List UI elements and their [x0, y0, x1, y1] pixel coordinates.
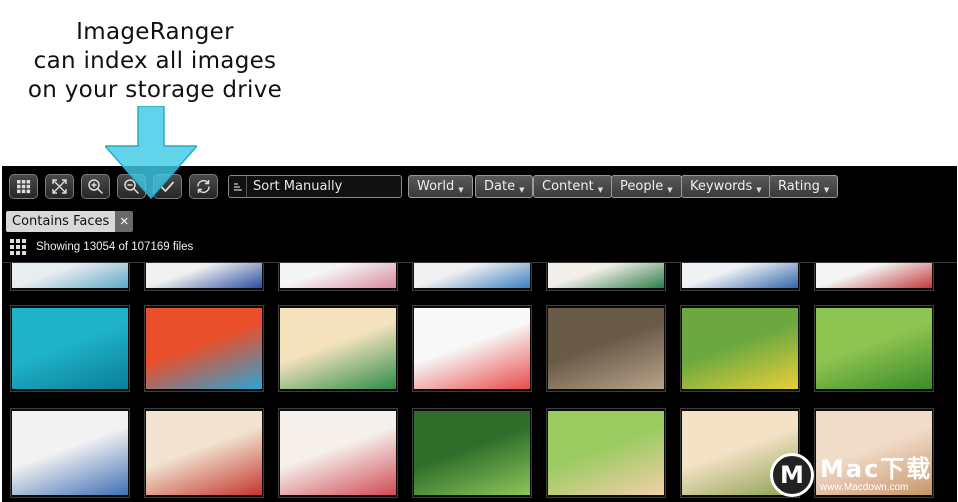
photo-image: [816, 263, 932, 288]
filter-people-button[interactable]: People ▼: [611, 175, 682, 198]
photo-image: [12, 308, 128, 389]
photo-thumbnail[interactable]: [546, 263, 666, 291]
photo-thumbnail[interactable]: [144, 408, 264, 498]
zoom-out-icon: [124, 179, 140, 195]
photo-thumbnail[interactable]: [10, 305, 130, 392]
photo-image: [280, 263, 396, 288]
photo-image: [414, 308, 530, 389]
photo-thumbnail[interactable]: [680, 305, 800, 392]
grid-icon: [10, 239, 26, 255]
zoom-out-button[interactable]: [117, 174, 146, 199]
filter-world-button[interactable]: World ▼: [408, 175, 473, 198]
photo-image: [12, 411, 128, 495]
caption-line-2: can index all images: [33, 48, 277, 74]
photo-thumbnail[interactable]: [10, 408, 130, 498]
photo-thumbnail[interactable]: [278, 305, 398, 392]
filter-keywords-button[interactable]: Keywords ▼: [681, 175, 771, 198]
photo-image: [548, 411, 664, 495]
filter-rating-button[interactable]: Rating ▼: [769, 175, 839, 198]
chevron-down-icon: ▼: [597, 185, 604, 194]
filter-world-label: World: [417, 179, 455, 194]
photo-thumbnail[interactable]: [10, 263, 130, 291]
caption-line-3: on your storage drive: [27, 77, 283, 103]
watermark: M Mac下载 www.Macdown.com: [770, 450, 955, 500]
promo-caption: ImageRanger can index all images on your…: [0, 18, 310, 105]
photo-thumbnail[interactable]: [546, 305, 666, 392]
sort-label: Sort Manually: [253, 179, 343, 194]
close-icon[interactable]: ×: [115, 211, 134, 232]
photo-image: [280, 308, 396, 389]
watermark-url: www.Macdown.com: [820, 482, 909, 493]
filter-keywords-label: Keywords: [690, 179, 753, 194]
photo-image: [414, 263, 530, 288]
photo-thumbnail[interactable]: [412, 263, 532, 291]
photo-image: [146, 263, 262, 288]
filter-content-label: Content: [542, 179, 594, 194]
filter-date-label: Date: [484, 179, 516, 194]
photo-image: [816, 308, 932, 389]
photo-thumbnail[interactable]: [278, 263, 398, 291]
photo-thumbnail[interactable]: [412, 305, 532, 392]
zoom-in-icon: [88, 179, 104, 195]
fit-view-button[interactable]: [45, 174, 74, 199]
chevron-down-icon: ▼: [458, 185, 464, 194]
photo-image: [146, 411, 262, 495]
photo-image: [146, 308, 262, 389]
active-filter-label: Contains Faces: [6, 211, 116, 232]
photo-image: [414, 411, 530, 495]
expand-icon: [52, 179, 67, 194]
photo-thumbnail[interactable]: [144, 263, 264, 291]
select-button[interactable]: [153, 174, 182, 199]
sort-icon: [229, 176, 247, 197]
filter-content-button[interactable]: Content ▼: [533, 175, 613, 198]
photo-thumbnail[interactable]: [412, 408, 532, 498]
watermark-logo: M: [770, 453, 814, 497]
photo-image: [280, 411, 396, 495]
sort-dropdown[interactable]: Sort Manually: [228, 175, 402, 198]
toolbar: Sort Manually World ▼ Date ▼ Content ▼ Peop…: [2, 166, 957, 206]
zoom-in-button[interactable]: [81, 174, 110, 199]
photo-image: [12, 263, 128, 288]
check-icon: [160, 181, 175, 193]
chevron-down-icon: ▼: [519, 185, 525, 194]
status-bar: Showing 13054 of 107169 files: [10, 238, 193, 256]
photo-image: [682, 263, 798, 288]
photo-image: [682, 308, 798, 389]
photo-thumbnail[interactable]: [546, 408, 666, 498]
grid-icon: [17, 180, 31, 194]
grid-view-button[interactable]: [9, 174, 38, 199]
chevron-down-icon: ▼: [756, 185, 762, 194]
chevron-down-icon: ▼: [823, 185, 830, 194]
photo-thumbnail[interactable]: [680, 263, 800, 291]
watermark-title: Mac下载: [820, 455, 933, 483]
photo-thumbnail[interactable]: [144, 305, 264, 392]
caption-line-1: ImageRanger: [76, 19, 234, 45]
filter-date-button[interactable]: Date ▼: [475, 175, 534, 198]
refresh-icon: [197, 179, 210, 194]
active-filter-chip: Contains Faces ×: [6, 211, 134, 232]
photo-thumbnail[interactable]: [278, 408, 398, 498]
photo-thumbnail[interactable]: [814, 263, 934, 291]
refresh-button[interactable]: [189, 174, 218, 199]
photo-image: [548, 308, 664, 389]
filter-people-label: People: [620, 179, 664, 194]
file-count-text: Showing 13054 of 107169 files: [36, 241, 194, 253]
photo-thumbnail[interactable]: [814, 305, 934, 392]
photo-image: [548, 263, 664, 288]
filter-rating-label: Rating: [778, 179, 820, 194]
chevron-down-icon: ▼: [667, 185, 673, 194]
